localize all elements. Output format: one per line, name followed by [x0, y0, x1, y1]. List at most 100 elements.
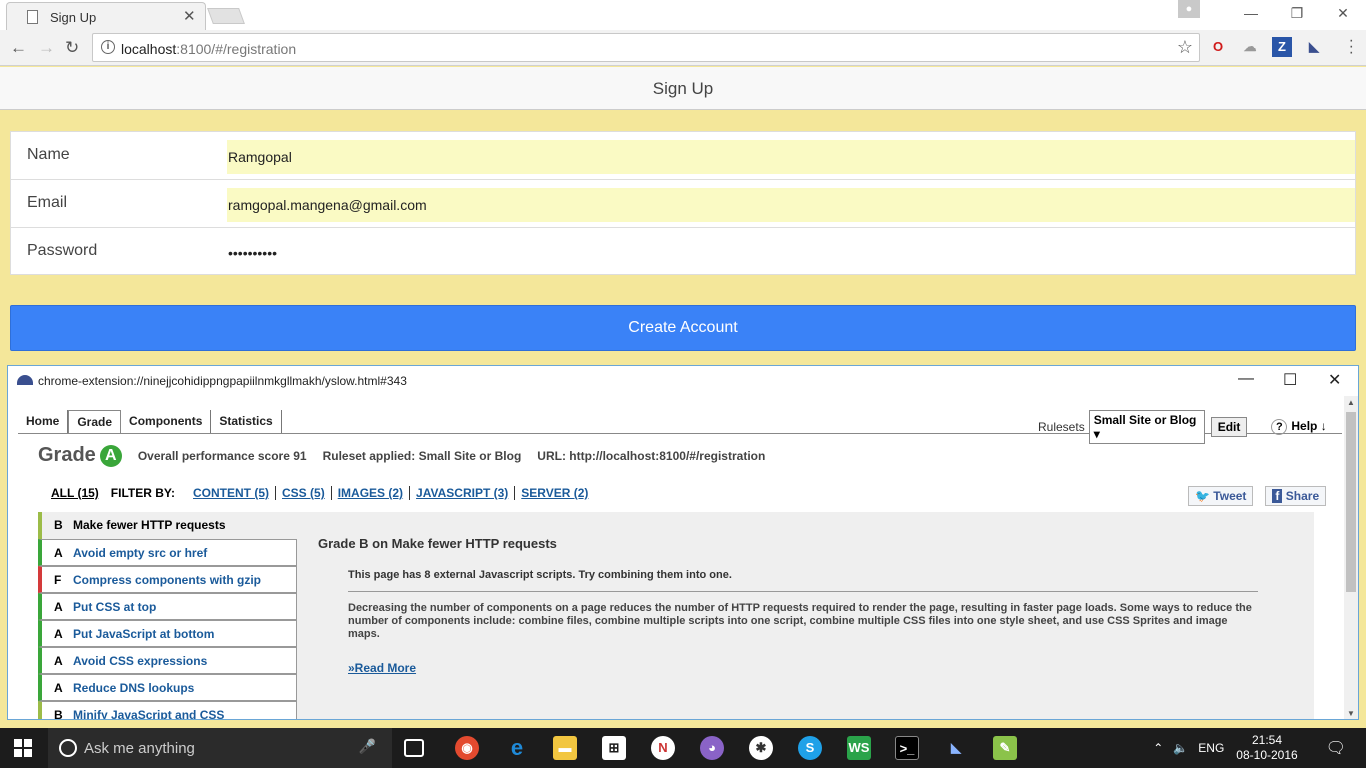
filter-all[interactable]: ALL (15): [51, 486, 99, 500]
info-icon[interactable]: i: [101, 40, 115, 54]
rule-item[interactable]: A Put JavaScript at bottom: [38, 620, 297, 647]
edit-button[interactable]: Edit: [1210, 417, 1248, 437]
window-controls: ● — ❐ ✕: [1178, 0, 1366, 30]
rule-item[interactable]: A Put CSS at top: [38, 593, 297, 620]
close-window-icon[interactable]: ✕: [1328, 370, 1341, 390]
detail-description: Decreasing the number of components on a…: [348, 602, 1252, 640]
yslow-icon[interactable]: ◣: [1304, 37, 1324, 57]
rule-item[interactable]: A Avoid empty src or href: [38, 539, 297, 566]
notepad-icon[interactable]: ✎: [993, 736, 1017, 760]
file-explorer-icon[interactable]: ▬: [553, 736, 577, 760]
new-tab-button[interactable]: [207, 8, 245, 24]
share-button[interactable]: f Share: [1265, 486, 1327, 506]
tweet-button[interactable]: 🐦 Tweet: [1188, 486, 1254, 506]
chrome-icon[interactable]: ◉: [455, 736, 479, 760]
browser-tab[interactable]: Sign Up ✕: [6, 2, 206, 30]
url-text: localhost:8100/#/registration: [121, 41, 297, 57]
password-field[interactable]: ••••••••••: [227, 236, 1355, 270]
task-view-icon[interactable]: [404, 739, 424, 757]
minimize-icon[interactable]: —: [1228, 0, 1274, 30]
maximize-icon[interactable]: ☐: [1283, 370, 1297, 390]
cortana-search[interactable]: Ask me anything 🎤: [48, 728, 392, 768]
back-icon[interactable]: ←: [10, 38, 27, 58]
cloud-icon[interactable]: ☁: [1240, 37, 1260, 57]
divider: [348, 591, 1258, 592]
person-icon[interactable]: ●: [1178, 0, 1200, 18]
score-text: Overall performance score 91: [137, 448, 307, 463]
forward-icon[interactable]: →: [38, 38, 55, 58]
window-url: chrome-extension://ninejjcohidippngpapii…: [38, 374, 407, 388]
terminal-icon[interactable]: >_: [895, 736, 919, 760]
tab-home[interactable]: Home: [18, 410, 69, 434]
social-buttons: 🐦 Tweet f Share: [1188, 486, 1327, 506]
notification-icon[interactable]: 🗨: [1326, 738, 1346, 758]
reload-icon[interactable]: ↻: [65, 38, 79, 58]
leaf-icon[interactable]: ✱: [749, 736, 773, 760]
filter-content[interactable]: CONTENT (5): [187, 486, 277, 500]
rule-item[interactable]: F Compress components with gzip: [38, 566, 297, 593]
close-tab-icon[interactable]: ✕: [183, 7, 196, 25]
restore-icon[interactable]: ❐: [1274, 0, 1320, 30]
extension-icons: O ☁ Z ◣: [1208, 37, 1324, 57]
tab-statistics[interactable]: Statistics: [211, 410, 282, 434]
ruleset-select[interactable]: Small Site or Blog ▾: [1088, 410, 1205, 444]
tab-grade[interactable]: Grade: [68, 410, 122, 434]
close-window-icon[interactable]: ✕: [1320, 0, 1366, 30]
read-more-link[interactable]: »Read More: [348, 661, 1308, 675]
scroll-up-icon[interactable]: ▲: [1347, 398, 1355, 407]
scrollbar-thumb[interactable]: [1346, 412, 1356, 592]
date-text: 08-10-2016: [1236, 748, 1298, 762]
twitter-icon: 🐦: [1195, 489, 1210, 503]
skype-icon[interactable]: S: [798, 736, 822, 760]
tab-components[interactable]: Components: [121, 410, 212, 434]
filter-css[interactable]: CSS (5): [276, 486, 332, 500]
compass-icon[interactable]: N: [651, 736, 675, 760]
microphone-icon[interactable]: 🎤: [359, 738, 376, 755]
minimize-icon[interactable]: —: [1238, 370, 1254, 388]
language-indicator[interactable]: ENG: [1198, 741, 1224, 755]
help-button[interactable]: ? Help ↓: [1271, 419, 1327, 435]
filter-server[interactable]: SERVER (2): [515, 486, 594, 500]
grade-badge: A: [99, 444, 122, 467]
password-label: Password: [27, 242, 98, 259]
rule-item[interactable]: B Make fewer HTTP requests: [38, 512, 297, 539]
cat-icon[interactable]: ◕: [700, 736, 724, 760]
grade-summary: Grade A Overall performance score 91 Rul…: [38, 444, 765, 467]
name-label: Name: [27, 146, 70, 163]
rulesets-label: Rulesets: [1038, 420, 1085, 434]
opera-icon[interactable]: O: [1208, 37, 1228, 57]
cortana-icon: [59, 739, 77, 757]
volume-icon[interactable]: 🔈: [1173, 741, 1188, 755]
name-field[interactable]: Ramgopal: [227, 140, 1355, 174]
store-icon[interactable]: ⊞: [602, 736, 626, 760]
clock[interactable]: 21:54 08-10-2016: [1236, 733, 1297, 763]
yslow-icon[interactable]: ◣: [944, 736, 968, 760]
email-label: Email: [27, 194, 68, 211]
bookmark-star-icon[interactable]: ☆: [1177, 37, 1193, 58]
page-header: Sign Up: [0, 67, 1366, 110]
rule-item[interactable]: A Avoid CSS expressions: [38, 647, 297, 674]
signup-form: Name Ramgopal Email ramgopal.mangena@gma…: [10, 131, 1356, 275]
browser-tab-strip: Sign Up ✕ ● — ❐ ✕: [0, 0, 1366, 30]
yslow-tabs: Home Grade Components Statistics: [18, 410, 282, 434]
filter-javascript[interactable]: JAVASCRIPT (3): [410, 486, 516, 500]
rule-item[interactable]: A Reduce DNS lookups: [38, 674, 297, 701]
chevron-up-icon[interactable]: ⌃: [1153, 741, 1163, 755]
zotero-icon[interactable]: Z: [1272, 37, 1292, 57]
edge-icon[interactable]: e: [505, 736, 529, 760]
rule-item[interactable]: B Minify JavaScript and CSS: [38, 701, 297, 719]
filter-images[interactable]: IMAGES (2): [332, 486, 411, 500]
address-bar[interactable]: i localhost:8100/#/registration ☆: [92, 33, 1200, 62]
menu-icon[interactable]: · · ·: [1349, 33, 1354, 61]
page-icon: [27, 10, 38, 24]
detail-message: This page has 8 external Javascript scri…: [348, 569, 732, 581]
yslow-titlebar: chrome-extension://ninejjcohidippngpapii…: [8, 366, 1358, 396]
create-account-button[interactable]: Create Account: [10, 305, 1356, 351]
filter-by-label: FILTER BY:: [110, 486, 176, 500]
yslow-window: chrome-extension://ninejjcohidippngpapii…: [7, 365, 1359, 720]
scrollbar[interactable]: ▲ ▼: [1344, 396, 1358, 719]
windows-start-icon[interactable]: [14, 739, 32, 757]
email-field[interactable]: ramgopal.mangena@gmail.com: [227, 188, 1355, 222]
webstorm-icon[interactable]: WS: [847, 736, 871, 760]
scroll-down-icon[interactable]: ▼: [1347, 709, 1355, 718]
